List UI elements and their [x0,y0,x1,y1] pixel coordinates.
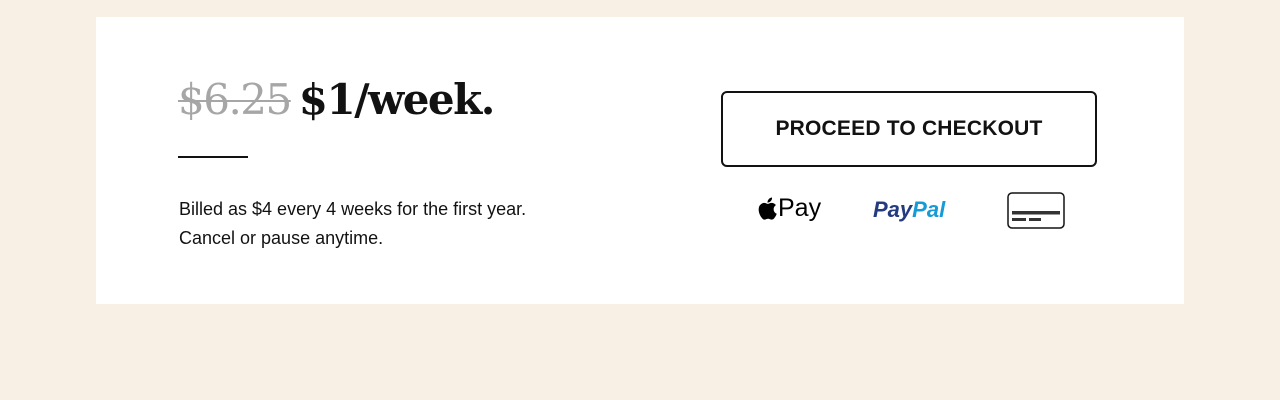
proceed-to-checkout-button[interactable]: PROCEED TO CHECKOUT [721,91,1097,167]
credit-card-icon [1007,192,1065,229]
apple-pay-label: Pay [778,194,822,222]
divider [178,156,248,158]
paypal-logo: PayPal [873,199,945,221]
old-price: $6.25 [178,75,292,124]
paypal-text-pal: Pal [912,197,946,222]
apple-pay-logo: Pay [758,196,821,221]
offer-card: $6.25 $1/week. Billed as $4 every 4 weeks… [96,17,1184,304]
apple-icon [758,197,777,220]
payment-methods: Pay PayPal [96,192,1184,232]
price-line: $6.25 $1/week. [178,79,495,121]
paypal-text-pay: Pay [873,197,913,222]
new-price: $1/week. [298,75,496,124]
